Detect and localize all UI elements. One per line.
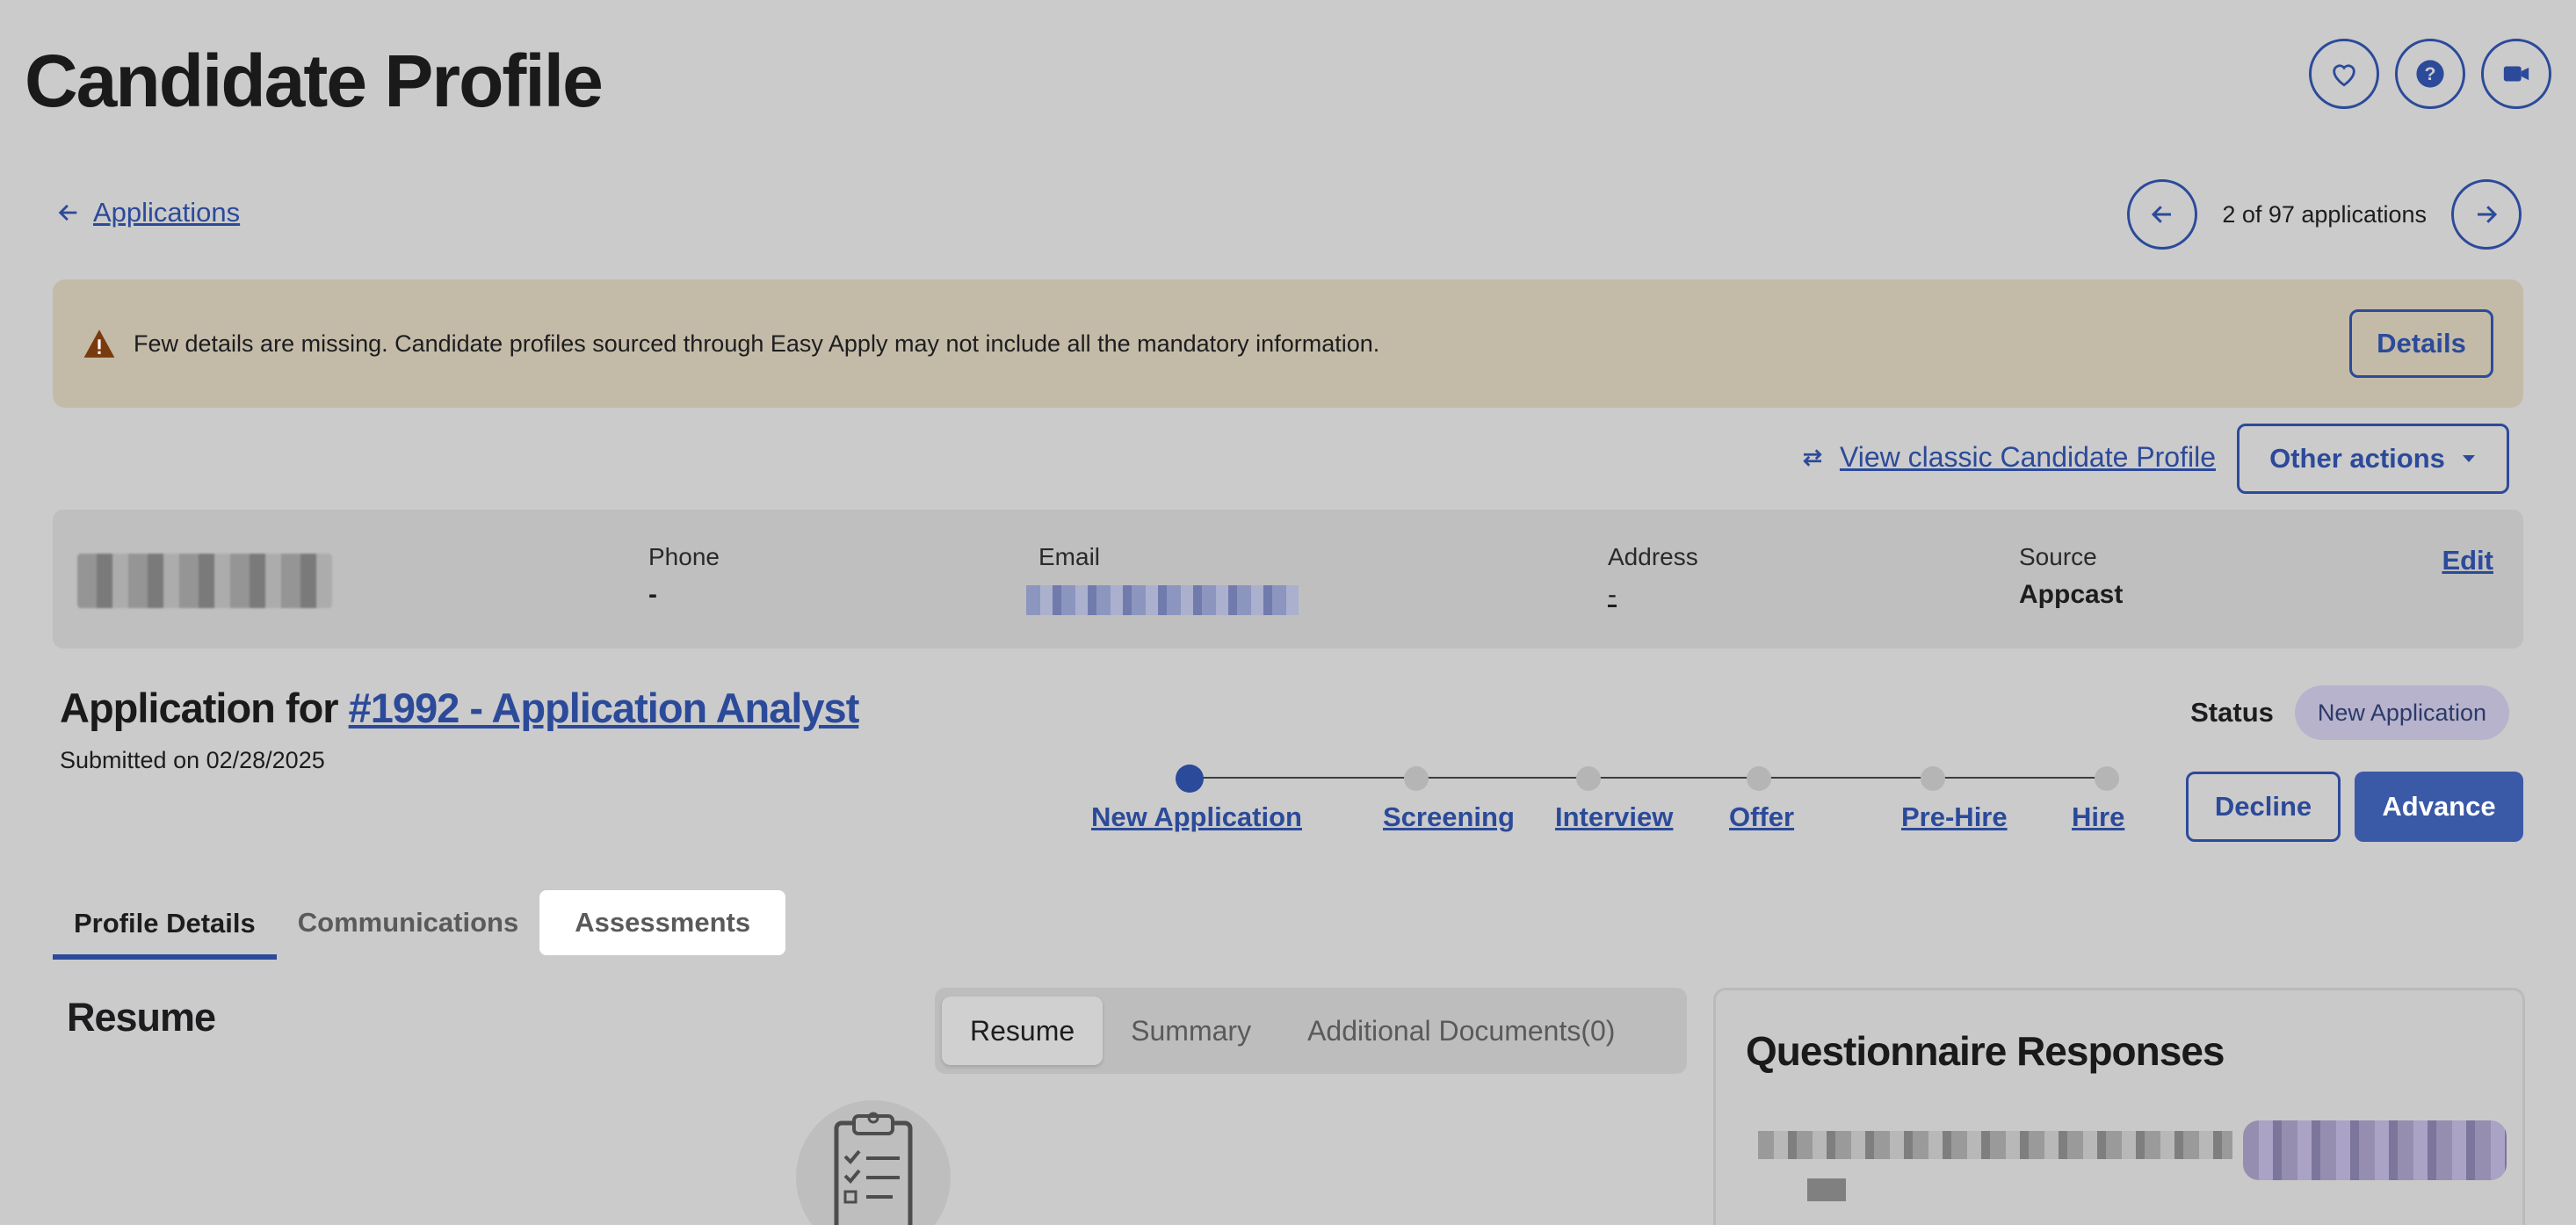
stage-dot-new-application (1176, 765, 1204, 793)
stage-dot-screening (1404, 766, 1429, 791)
help-icon: ? (2416, 60, 2444, 88)
hiring-stage-stepper: New Application Screening Interview Offe… (1091, 759, 2128, 838)
details-button[interactable]: Details (2349, 309, 2493, 378)
view-classic-profile-link[interactable]: View classic Candidate Profile (1799, 441, 2216, 474)
question-redacted (1758, 1131, 2232, 1159)
warning-icon (83, 330, 115, 358)
help-button[interactable]: ? (2395, 39, 2465, 109)
classic-profile-label[interactable]: View classic Candidate Profile (1840, 441, 2216, 474)
stepper-line (1190, 777, 2109, 779)
candidate-contact-card: Phone - Email Address - Source Appcast E… (53, 510, 2523, 649)
stage-dot-interview (1576, 766, 1601, 791)
resume-heading: Resume (67, 995, 216, 1040)
questionnaire-card: Questionnaire Responses (1713, 988, 2525, 1225)
arrow-right-icon (2478, 206, 2498, 223)
alert-message: Few details are missing. Candidate profi… (134, 330, 1380, 357)
email-value-redacted[interactable] (1026, 585, 1299, 615)
stage-pre-hire[interactable]: Pre-Hire (1901, 801, 2008, 833)
clipboard-icon (796, 1100, 951, 1225)
candidate-name-redacted (77, 554, 332, 608)
decline-button[interactable]: Decline (2186, 772, 2341, 842)
address-label: Address (1608, 543, 1698, 570)
profile-tabs: Profile Details Communications Assessmen… (53, 886, 786, 960)
questionnaire-title: Questionnaire Responses (1746, 1028, 2225, 1074)
stage-dot-hire (2095, 766, 2119, 791)
segment-resume[interactable]: Resume (942, 997, 1103, 1065)
previous-application-button[interactable] (2127, 179, 2198, 250)
svg-text:?: ? (2425, 63, 2436, 84)
answer-redacted (2243, 1120, 2507, 1180)
resume-segmented-control: Resume Summary Additional Documents(0) (935, 988, 1687, 1074)
tab-profile-details[interactable]: Profile Details (53, 886, 277, 960)
arrow-left-icon (2152, 206, 2172, 223)
stage-new-application[interactable]: New Application (1091, 801, 1302, 833)
pager-text: 2 of 97 applications (2222, 200, 2427, 228)
favorite-button[interactable] (2309, 39, 2379, 109)
back-to-applications-link[interactable]: Applications (56, 197, 240, 228)
stage-offer[interactable]: Offer (1729, 801, 1794, 833)
heart-icon (2333, 64, 2355, 87)
page-title: Candidate Profile (25, 40, 604, 122)
status-label: Status (2190, 697, 2274, 728)
phone-label: Phone (648, 543, 720, 570)
question-redacted-line2 (1807, 1178, 1846, 1201)
video-button[interactable] (2481, 39, 2551, 109)
application-pager: 2 of 97 applications (2127, 179, 2522, 250)
phone-value: - (648, 580, 657, 609)
job-link[interactable]: #1992 - Application Analyst (349, 685, 860, 731)
next-application-button[interactable] (2451, 179, 2522, 250)
swap-arrows-icon (1803, 448, 1822, 467)
status-badge: New Application (2294, 685, 2509, 740)
segment-additional-documents[interactable]: Additional Documents(0) (1279, 997, 1643, 1065)
stage-interview[interactable]: Interview (1555, 801, 1673, 833)
address-value[interactable]: - (1608, 580, 1617, 610)
tab-communications[interactable]: Communications (277, 890, 539, 955)
tab-assessments[interactable]: Assessments (539, 890, 786, 955)
other-actions-dropdown[interactable]: Other actions (2237, 424, 2509, 494)
advance-button[interactable]: Advance (2355, 772, 2523, 842)
source-label: Source (2019, 543, 2097, 570)
submitted-date: Submitted on 02/28/2025 (60, 747, 325, 773)
application-title-prefix: Application for (60, 685, 349, 731)
caret-down-icon (2462, 455, 2475, 462)
arrow-left-icon (58, 204, 77, 221)
stage-dot-offer (1747, 766, 1771, 791)
video-camera-icon (2503, 66, 2529, 82)
application-title: Application for #1992 - Application Anal… (60, 684, 860, 732)
segment-summary[interactable]: Summary (1103, 997, 1279, 1065)
other-actions-label: Other actions (2269, 443, 2445, 474)
source-value: Appcast (2019, 580, 2124, 609)
email-label: Email (1038, 543, 1101, 570)
missing-details-alert: Few details are missing. Candidate profi… (53, 279, 2523, 408)
edit-contact-link[interactable]: Edit (2442, 545, 2493, 576)
stage-dot-pre-hire (1921, 766, 1945, 791)
stage-screening[interactable]: Screening (1383, 801, 1515, 833)
back-link-label[interactable]: Applications (93, 197, 240, 228)
status-section: Status New Application (2190, 685, 2509, 740)
header-icon-group: ? (2309, 39, 2551, 109)
stage-hire[interactable]: Hire (2072, 801, 2124, 833)
